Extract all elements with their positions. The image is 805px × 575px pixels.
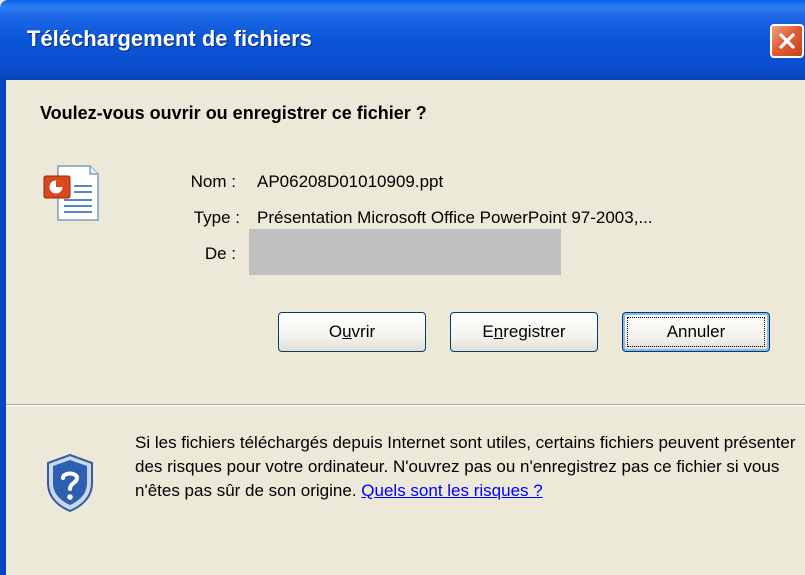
title-bar[interactable]: Téléchargement de fichiers <box>0 0 805 80</box>
save-button[interactable]: Enregistrer <box>450 312 598 352</box>
file-source-label: De : <box>204 244 236 263</box>
file-name-label: Nom : <box>190 172 236 191</box>
open-button[interactable]: Ouvrir <box>278 312 426 352</box>
close-button[interactable] <box>770 24 804 58</box>
powerpoint-file-icon <box>43 165 99 221</box>
window-title: Téléchargement de fichiers <box>27 26 312 51</box>
close-icon <box>779 33 795 49</box>
security-warning-text: Si les fichiers téléchargés depuis Inter… <box>135 433 796 500</box>
window-frame-left <box>0 80 6 575</box>
divider <box>6 404 805 406</box>
cancel-button[interactable]: Annuler <box>622 312 770 352</box>
file-source-value-redacted <box>249 229 561 275</box>
focus-ring <box>627 317 765 347</box>
file-type-label: Type : <box>193 208 240 227</box>
dialog-question: Voulez-vous ouvrir ou enregistrer ce fic… <box>40 103 427 123</box>
open-button-label: Ouvrir <box>328 322 376 341</box>
risks-link[interactable]: Quels sont les risques ? <box>361 481 542 500</box>
file-type-value: Présentation Microsoft Office PowerPoint… <box>257 208 653 227</box>
security-shield-icon <box>47 453 93 513</box>
file-name-value: AP06208D01010909.ppt <box>257 172 444 191</box>
save-button-label: Enregistrer <box>482 322 566 341</box>
